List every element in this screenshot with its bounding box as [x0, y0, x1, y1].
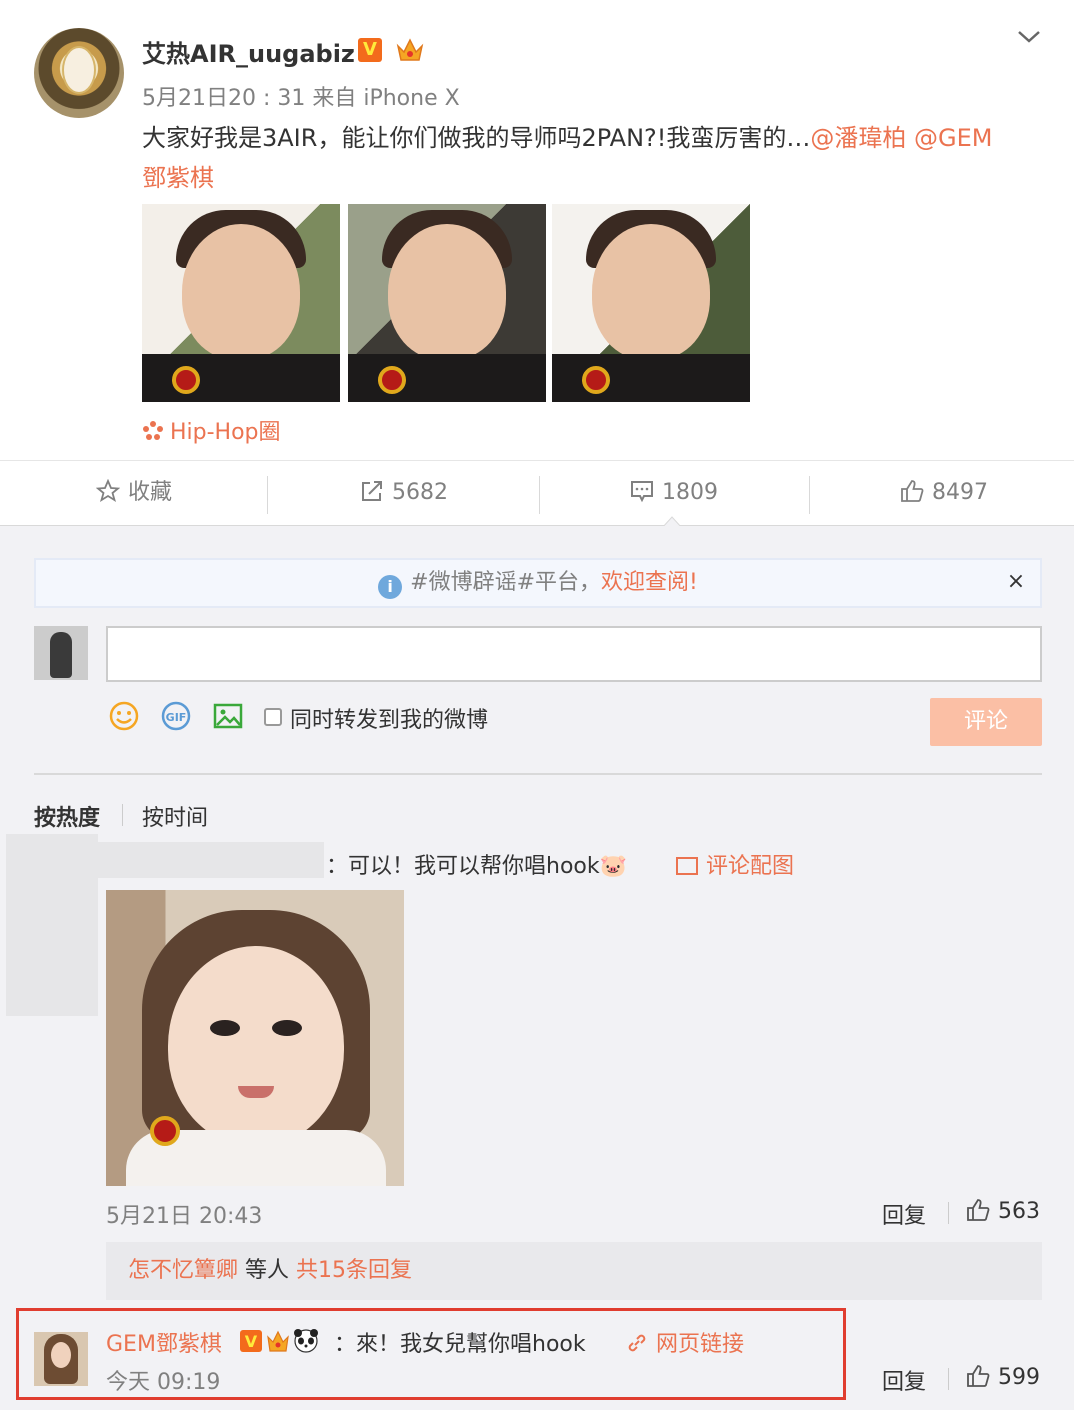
info-icon: i — [378, 575, 403, 599]
notice-text: #微博辟谣#平台， — [410, 570, 602, 595]
topic-link[interactable]: Hip-Hop圈 — [142, 414, 281, 446]
comment-icon — [631, 481, 653, 503]
reply-user-link[interactable]: 怎不忆簟卿 — [128, 1258, 238, 1283]
post-image[interactable] — [348, 204, 546, 402]
my-avatar[interactable] — [34, 626, 88, 680]
topic-label: Hip-Hop圈 — [170, 420, 281, 445]
mention-link[interactable]: @潘瑋柏 — [810, 124, 906, 152]
comment-image-link[interactable]: 评论配图 — [676, 848, 794, 880]
comment-section: i #微博辟谣#平台，欢迎查阅! × GIF 同时转发到我的微博 评论 按热度 按… — [0, 526, 1074, 1410]
topic-flower-icon — [143, 421, 163, 440]
image-icon[interactable] — [212, 700, 244, 732]
thumbs-up-icon — [967, 1199, 990, 1221]
comment-like-count: 563 — [998, 1199, 1040, 1224]
star-icon — [95, 479, 120, 502]
comment-image[interactable] — [106, 890, 404, 1186]
chevron-down-icon[interactable] — [1016, 26, 1042, 46]
sort-by-time-tab[interactable]: 按时间 — [142, 800, 208, 832]
comment-time: 5月21日 20:43 — [106, 1204, 263, 1229]
gif-icon[interactable]: GIF — [160, 700, 192, 732]
submit-comment-button[interactable]: 评论 — [930, 698, 1042, 746]
picture-icon — [676, 857, 698, 875]
more-replies-link[interactable]: 共15条回复 — [296, 1258, 412, 1283]
link-icon — [628, 1334, 646, 1352]
favorite-button[interactable]: 收藏 — [0, 461, 268, 527]
comment-time: 今天 09:19 — [106, 1370, 221, 1395]
post-image[interactable] — [552, 204, 750, 402]
redacted-username — [98, 842, 324, 878]
repost-count: 5682 — [392, 480, 448, 505]
web-link[interactable]: 网页链接 — [626, 1326, 744, 1358]
verified-icon: V — [240, 1329, 318, 1353]
replies-mid: 等人 — [238, 1258, 297, 1283]
thumbs-up-icon — [901, 480, 924, 502]
share-icon — [362, 481, 382, 501]
emoji-icon[interactable] — [108, 700, 140, 732]
divider — [122, 804, 123, 826]
comment-like-count: 599 — [998, 1365, 1040, 1390]
thumbs-up-icon — [967, 1365, 990, 1387]
author-avatar[interactable] — [34, 28, 124, 118]
notice-link[interactable]: 欢迎查阅! — [601, 570, 698, 595]
like-button[interactable]: 8497 — [810, 461, 1074, 527]
sort-by-hot-tab[interactable]: 按热度 — [34, 800, 100, 832]
svg-text:GIF: GIF — [166, 711, 187, 724]
like-count: 8497 — [932, 480, 988, 505]
svg-text:V: V — [245, 1332, 258, 1351]
post-body: 大家好我是3AIR，能让你们做我的导师吗2PAN?!我蛮厉害的… — [142, 124, 811, 152]
mention-link[interactable]: @GEM — [914, 124, 992, 152]
verified-icon: V — [358, 38, 382, 62]
reply-button[interactable]: 回复 — [882, 1364, 926, 1396]
comment-count: 1809 — [662, 480, 718, 505]
rumor-notice: i #微博辟谣#平台，欢迎查阅! — [34, 558, 1042, 608]
web-link-label: 网页链接 — [656, 1332, 745, 1357]
comment-input[interactable] — [106, 626, 1042, 682]
redacted-avatar — [6, 834, 98, 1016]
forward-label: 同时转发到我的微博 — [290, 708, 489, 733]
post-meta: 5月21日20 : 31 来自 iPhone X — [142, 86, 460, 111]
replies-summary[interactable]: 怎不忆簟卿 等人 共15条回复 — [106, 1242, 1042, 1300]
mention-link[interactable]: 鄧紫棋 — [142, 164, 214, 192]
comment-text: ：來！我女兒幫你唱hook — [334, 1332, 586, 1357]
favorite-label: 收藏 — [127, 480, 172, 505]
comment-like-button[interactable]: 599 — [966, 1364, 1040, 1390]
post-card: 艾热AIR_uugabiz V 5月21日20 : 31 来自 iPhone X… — [0, 0, 1074, 460]
comment-like-button[interactable]: 563 — [966, 1198, 1040, 1224]
post-image[interactable] — [142, 204, 340, 402]
commenter-name[interactable]: GEM鄧紫棋 — [106, 1326, 222, 1358]
action-bar: 收藏 5682 1809 8497 — [0, 460, 1074, 526]
divider — [34, 773, 1042, 775]
crown-badge-icon — [396, 38, 424, 61]
forward-checkbox[interactable] — [264, 708, 282, 726]
reply-button[interactable]: 回复 — [882, 1198, 926, 1230]
comment-image-link-label: 评论配图 — [706, 854, 795, 879]
author-name[interactable]: 艾热AIR_uugabiz — [142, 34, 355, 69]
repost-button[interactable]: 5682 — [270, 461, 538, 527]
close-icon[interactable]: × — [1004, 570, 1028, 594]
comment-text: ：可以！我可以帮你唱hook🐷 — [326, 854, 627, 879]
commenter-avatar[interactable] — [34, 1332, 88, 1386]
post-text: 大家好我是3AIR，能让你们做我的导师吗2PAN?!我蛮厉害的…@潘瑋柏 @GE… — [142, 118, 1042, 198]
